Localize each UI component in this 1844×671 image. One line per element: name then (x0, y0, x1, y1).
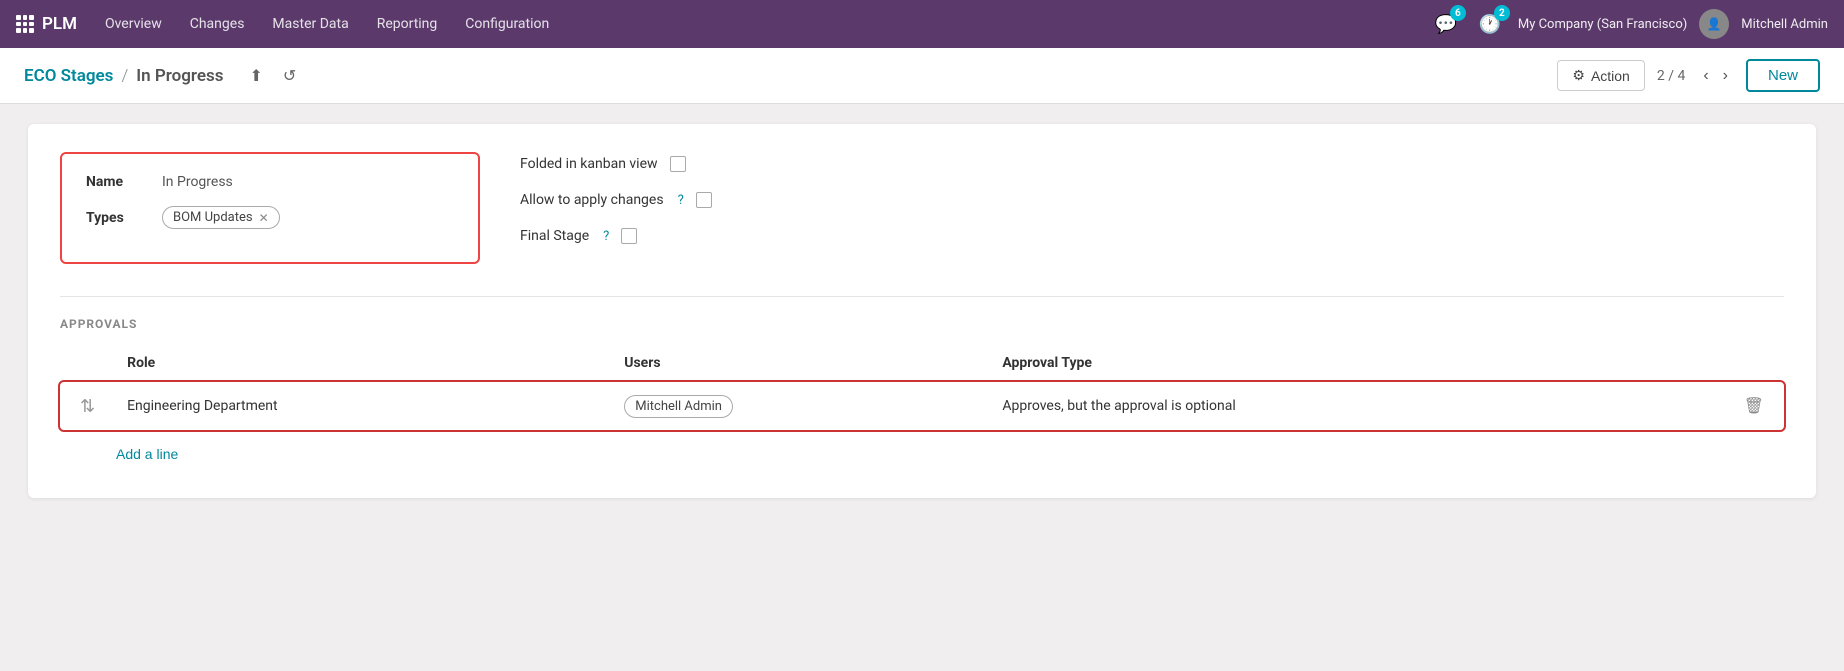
form-card: Name In Progress Types BOM Updates ✕ Fol… (28, 124, 1816, 498)
menu-changes[interactable]: Changes (178, 10, 257, 38)
bom-updates-remove-icon[interactable]: ✕ (259, 211, 269, 225)
messages-badge: 6 (1450, 5, 1466, 21)
final-label: Final Stage (520, 228, 589, 244)
new-button[interactable]: New (1746, 59, 1820, 92)
breadcrumb-current: In Progress (136, 66, 223, 86)
col-reorder (60, 347, 115, 382)
folded-kanban-field: Folded in kanban view (520, 156, 1784, 172)
topnav: PLM Overview Changes Master Data Reporti… (0, 0, 1844, 48)
upload-btn[interactable]: ⬆ (243, 62, 268, 90)
col-role: Role (115, 347, 612, 382)
allow-help-icon[interactable]: ? (678, 193, 684, 208)
gear-icon: ⚙ (1572, 67, 1585, 84)
action-label: Action (1591, 68, 1630, 84)
company-name: My Company (San Francisco) (1518, 17, 1687, 32)
menu-master-data[interactable]: Master Data (260, 10, 360, 38)
form-right-section: Folded in kanban view Allow to apply cha… (520, 152, 1784, 264)
nav-position: 2 / 4 (1657, 68, 1685, 84)
row-role[interactable]: Engineering Department (115, 382, 612, 431)
reorder-icon: ⇅ (72, 396, 103, 417)
row-delete[interactable]: 🗑 (1724, 382, 1784, 431)
topnav-menu: Overview Changes Master Data Reporting C… (93, 10, 1422, 38)
brand-name: PLM (42, 14, 77, 34)
approval-type-value: Approves, but the approval is optional (1002, 398, 1235, 414)
breadcrumb: ECO Stages / In Progress (24, 66, 223, 86)
activities-btn[interactable]: 🕐 2 (1474, 8, 1506, 40)
folded-checkbox[interactable] (670, 156, 686, 172)
user-tag[interactable]: Mitchell Admin (624, 395, 733, 418)
menu-reporting[interactable]: Reporting (365, 10, 450, 38)
allow-checkbox[interactable] (696, 192, 712, 208)
role-value: Engineering Department (127, 398, 278, 414)
topnav-right: 💬 6 🕐 2 My Company (San Francisco) 👤 Mit… (1430, 8, 1828, 40)
col-delete (1724, 347, 1784, 382)
nav-arrows: ‹ › (1697, 63, 1734, 89)
final-stage-field: Final Stage ? (520, 228, 1784, 244)
breadcrumb-separator: / (121, 66, 128, 86)
allow-apply-field: Allow to apply changes ? (520, 192, 1784, 208)
username: Mitchell Admin (1741, 17, 1828, 32)
topnav-logo: PLM (16, 14, 77, 34)
menu-overview[interactable]: Overview (93, 10, 174, 38)
section-divider (60, 296, 1784, 297)
breadcrumb-parent[interactable]: ECO Stages (24, 66, 113, 86)
name-value[interactable]: In Progress (162, 174, 233, 190)
allow-label: Allow to apply changes (520, 192, 664, 208)
name-label: Name (86, 174, 146, 190)
add-line-button[interactable]: Add a line (104, 438, 190, 470)
name-field: Name In Progress (86, 174, 454, 190)
table-row[interactable]: ⇅ Engineering Department Mitchell Admin … (60, 382, 1784, 431)
final-help-icon[interactable]: ? (603, 229, 609, 244)
approvals-section: APPROVALS Role Users Approval Type ⇅ (60, 317, 1784, 470)
table-header-row: Role Users Approval Type (60, 347, 1784, 382)
row-users[interactable]: Mitchell Admin (612, 382, 990, 431)
types-label: Types (86, 210, 146, 226)
avatar[interactable]: 👤 (1699, 9, 1729, 39)
subheader: ECO Stages / In Progress ⬆ ↺ ⚙ Action 2 … (0, 48, 1844, 104)
form-left-section: Name In Progress Types BOM Updates ✕ (60, 152, 480, 264)
grid-icon[interactable] (16, 15, 34, 33)
row-reorder-handle[interactable]: ⇅ (60, 382, 115, 431)
approvals-table: Role Users Approval Type ⇅ Engineering D… (60, 347, 1784, 430)
folded-label: Folded in kanban view (520, 156, 658, 172)
next-btn[interactable]: › (1717, 63, 1734, 89)
subheader-actions: ⬆ ↺ (243, 62, 302, 90)
col-users: Users (612, 347, 990, 382)
col-approval-type: Approval Type (990, 347, 1723, 382)
prev-btn[interactable]: ‹ (1697, 63, 1714, 89)
types-field: Types BOM Updates ✕ (86, 206, 454, 229)
messages-btn[interactable]: 💬 6 (1430, 8, 1462, 40)
user-tag-text: Mitchell Admin (635, 399, 722, 414)
delete-button[interactable]: 🗑 (1736, 392, 1772, 420)
undo-btn[interactable]: ↺ (277, 62, 302, 90)
bom-updates-tag-text: BOM Updates (173, 210, 253, 225)
subheader-right: ⚙ Action 2 / 4 ‹ › New (1557, 59, 1820, 92)
form-top: Name In Progress Types BOM Updates ✕ Fol… (60, 152, 1784, 264)
action-button[interactable]: ⚙ Action (1557, 60, 1644, 91)
final-checkbox[interactable] (621, 228, 637, 244)
bom-updates-tag[interactable]: BOM Updates ✕ (162, 206, 280, 229)
approvals-title: APPROVALS (60, 317, 1784, 331)
menu-configuration[interactable]: Configuration (453, 10, 561, 38)
add-line-container: Add a line (60, 438, 1784, 470)
main-content: Name In Progress Types BOM Updates ✕ Fol… (0, 104, 1844, 518)
row-approval-type[interactable]: Approves, but the approval is optional (990, 382, 1723, 431)
activities-badge: 2 (1494, 5, 1510, 21)
